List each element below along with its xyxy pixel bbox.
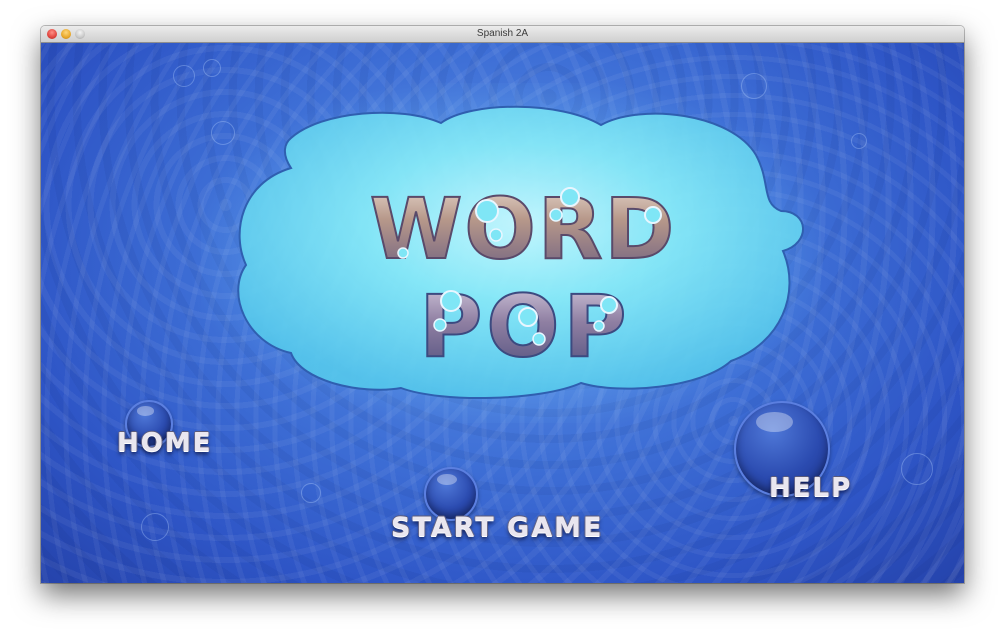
letter-bubble [489,228,503,242]
logo-word-text: WORD [370,180,676,278]
letter-bubble [397,247,409,259]
letter-bubble [532,332,546,346]
title-bar[interactable]: Spanish 2A [41,26,964,43]
help-button[interactable]: HELP [769,473,852,503]
home-button[interactable]: HOME [117,428,213,458]
game-scene: WORD POP HOME START GAME HELP [41,43,964,583]
letter-bubble [644,206,662,224]
letter-bubble [518,307,538,327]
letter-bubble [560,187,580,207]
letter-bubble [593,320,605,332]
letter-bubble [549,208,563,222]
letter-bubble [600,296,618,314]
letter-bubble [433,318,447,332]
game-window: Spanish 2A WORD POP HOME START GAME HELP [41,26,964,583]
letter-bubble [475,199,499,223]
window-title: Spanish 2A [476,28,529,39]
start-game-button[interactable]: START GAME [391,512,603,543]
letter-bubble [440,290,462,312]
